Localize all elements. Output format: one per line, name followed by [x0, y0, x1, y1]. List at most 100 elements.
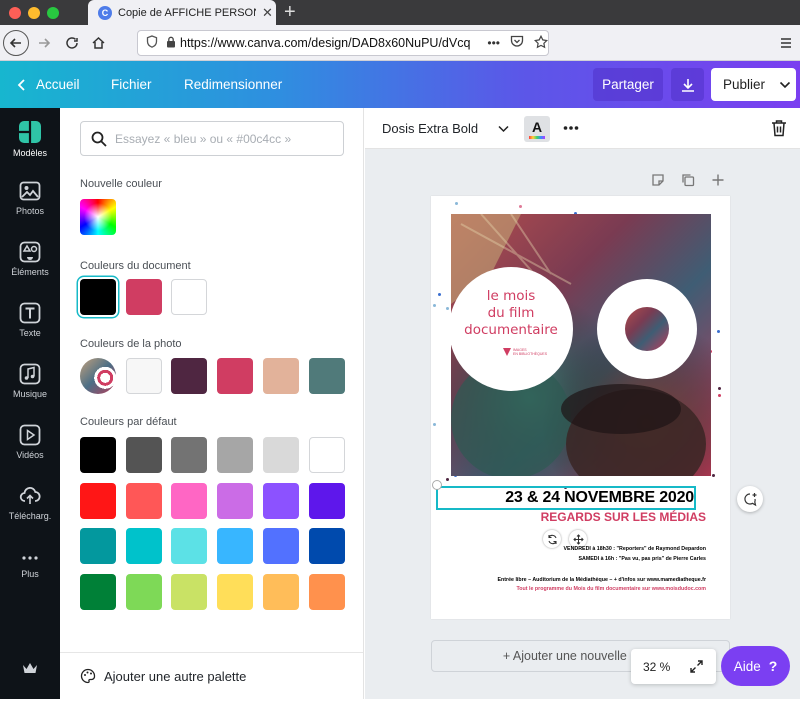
- forward-icon[interactable]: [34, 31, 54, 55]
- add-new-color-swatch[interactable]: [80, 199, 116, 235]
- publish-button[interactable]: Publier: [711, 68, 796, 101]
- default-color-swatch[interactable]: [217, 437, 254, 473]
- resize-button[interactable]: Redimensionner: [184, 61, 282, 108]
- rotate-handle-icon[interactable]: [543, 530, 561, 548]
- default-color-swatch[interactable]: [125, 437, 162, 473]
- color-search-box[interactable]: [80, 121, 344, 156]
- shield-icon[interactable]: [146, 35, 158, 51]
- logo-mark-icon: [503, 348, 511, 356]
- color-search-input[interactable]: [115, 131, 325, 146]
- pocket-icon[interactable]: [510, 35, 524, 51]
- resize-handle[interactable]: [432, 480, 442, 490]
- expand-icon[interactable]: [690, 660, 704, 673]
- default-color-swatch[interactable]: [80, 573, 116, 610]
- default-color-swatch[interactable]: [262, 437, 299, 473]
- rail-label-templates: Modèles: [12, 148, 48, 158]
- home-icon[interactable]: [88, 31, 108, 55]
- crown-icon[interactable]: [0, 660, 60, 716]
- default-color-swatch[interactable]: [80, 528, 116, 564]
- browser-menu-icon[interactable]: [776, 31, 796, 55]
- default-color-swatch[interactable]: [80, 437, 116, 473]
- font-dropdown-chevron-icon[interactable]: [498, 125, 509, 133]
- default-color-swatch[interactable]: [80, 482, 116, 519]
- default-color-swatch[interactable]: [262, 528, 299, 564]
- poster-circle-line-2: du film: [487, 305, 535, 321]
- default-color-swatch[interactable]: [171, 528, 208, 564]
- video-play-icon: [19, 424, 41, 446]
- rail-item-music[interactable]: Musique: [0, 363, 60, 419]
- photo-color-swatch[interactable]: [125, 358, 162, 394]
- default-color-swatch[interactable]: [308, 573, 345, 610]
- page-actions-icon[interactable]: •••: [487, 36, 500, 50]
- confetti-dot: [433, 422, 437, 426]
- add-palette-button[interactable]: Ajouter une autre palette: [60, 652, 363, 699]
- default-color-swatch[interactable]: [171, 437, 208, 473]
- address-bar[interactable]: https://www.canva.com/design/DAD8x60NuPU…: [137, 30, 549, 56]
- download-button[interactable]: [671, 68, 704, 101]
- confetti-dot: [445, 477, 449, 481]
- home-back-button[interactable]: Accueil: [16, 61, 80, 108]
- text-color-button[interactable]: A: [524, 116, 550, 142]
- comment-plus-icon: [743, 492, 756, 506]
- default-color-swatch[interactable]: [171, 573, 208, 610]
- share-button[interactable]: Partager: [593, 68, 663, 101]
- default-color-swatch[interactable]: [308, 437, 345, 473]
- rail-item-templates[interactable]: Modèles: [0, 120, 60, 176]
- confetti-dot: [718, 386, 722, 390]
- document-color-swatch[interactable]: [125, 279, 162, 315]
- trash-icon[interactable]: [771, 119, 787, 137]
- page-note-icon[interactable]: [651, 173, 665, 187]
- rail-item-videos[interactable]: Vidéos: [0, 424, 60, 480]
- document-color-swatch[interactable]: [80, 279, 116, 315]
- default-color-swatch[interactable]: [308, 528, 345, 564]
- poster-photo[interactable]: le mois du film documentaire IMAGES EN B…: [451, 214, 711, 476]
- text-color-letter: A: [531, 118, 543, 135]
- document-color-swatch[interactable]: [171, 279, 208, 315]
- photo-color-swatch[interactable]: [217, 358, 254, 394]
- selected-text-box[interactable]: 23 & 24 NOVEMBRE 2020: [436, 486, 696, 510]
- rail-item-more[interactable]: Plus: [0, 551, 60, 607]
- editor-header: Accueil Fichier Redimensionner Partager …: [0, 61, 800, 108]
- photo-color-swatch[interactable]: [308, 358, 345, 394]
- file-menu-button[interactable]: Fichier: [111, 61, 152, 108]
- more-options-icon[interactable]: [563, 125, 579, 131]
- close-tab-icon[interactable]: ✕: [262, 5, 273, 21]
- rail-item-text[interactable]: Texte: [0, 302, 60, 358]
- reload-icon[interactable]: [62, 31, 82, 55]
- bookmark-star-icon[interactable]: [533, 34, 549, 52]
- add-page-icon[interactable]: [711, 173, 725, 187]
- photo-color-swatch[interactable]: [171, 358, 208, 394]
- default-color-swatch[interactable]: [171, 482, 208, 519]
- default-color-swatch[interactable]: [125, 528, 162, 564]
- default-color-swatch[interactable]: [125, 482, 162, 519]
- default-color-swatch[interactable]: [125, 573, 162, 610]
- minimize-window-button[interactable]: [28, 7, 40, 19]
- font-selector[interactable]: Dosis Extra Bold: [382, 121, 478, 136]
- back-icon[interactable]: [3, 30, 29, 56]
- close-window-button[interactable]: [9, 7, 21, 19]
- document-colors-title: Couleurs du document: [80, 260, 191, 272]
- zoom-control[interactable]: 32 %: [631, 649, 716, 684]
- default-color-swatch[interactable]: [262, 482, 299, 519]
- rail-item-photos[interactable]: Photos: [0, 180, 60, 236]
- poster-page[interactable]: le mois du film documentaire IMAGES EN B…: [431, 196, 730, 619]
- default-color-swatch[interactable]: [262, 573, 299, 610]
- photo-colors-title: Couleurs de la photo: [80, 338, 182, 350]
- default-color-swatch[interactable]: [217, 528, 254, 564]
- photo-thumbnail[interactable]: [80, 358, 116, 394]
- help-button[interactable]: Aide ?: [721, 646, 790, 686]
- default-color-swatch[interactable]: [217, 573, 254, 610]
- duplicate-page-icon[interactable]: [681, 173, 695, 187]
- images-en-bibliotheques-logo: IMAGES EN BIBLIOTHÈQUES: [503, 348, 547, 356]
- rail-item-elements[interactable]: Éléments: [0, 241, 60, 297]
- default-color-swatch[interactable]: [308, 482, 345, 519]
- add-comment-button[interactable]: [737, 486, 763, 512]
- default-color-swatch[interactable]: [217, 482, 254, 519]
- confetti-dot: [718, 393, 722, 397]
- new-tab-icon[interactable]: +: [284, 1, 296, 23]
- maximize-window-button[interactable]: [47, 7, 59, 19]
- canva-favicon-icon: C: [98, 5, 112, 20]
- rail-item-uploads[interactable]: Télécharg.: [0, 485, 60, 541]
- photo-color-swatch[interactable]: [262, 358, 299, 394]
- browser-tab[interactable]: C Copie de AFFICHE PERSONNALISÉE ✕: [88, 0, 276, 25]
